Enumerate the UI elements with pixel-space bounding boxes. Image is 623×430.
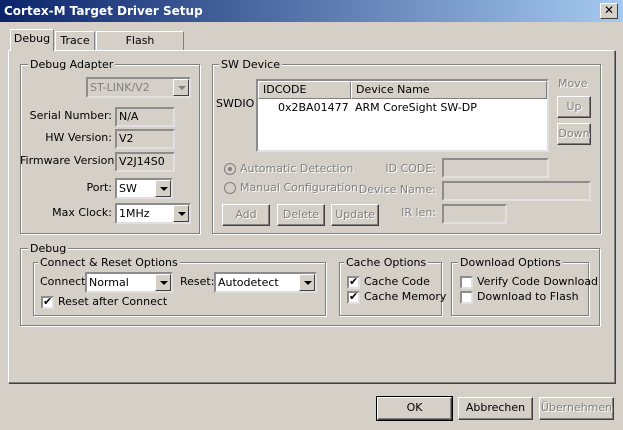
apply-button[interactable]: Übernehmen: [539, 397, 614, 420]
hw-version-field: V2: [115, 129, 175, 149]
chevron-down-icon: [155, 274, 171, 291]
swdio-label: SWDIO: [216, 97, 255, 110]
port-value: SW: [119, 182, 137, 195]
title-bar: Cortex-M Target Driver Setup: [0, 0, 623, 22]
chevron-down-icon: [173, 205, 189, 222]
firmware-version-label: Firmware Version:: [20, 154, 119, 167]
ir-len-label: IR len:: [401, 206, 436, 219]
add-button[interactable]: Add: [222, 204, 270, 226]
max-clock-value: 1MHz: [119, 207, 150, 220]
tab-flash-download[interactable]: Flash Download: [96, 31, 184, 65]
max-clock-label: Max Clock:: [52, 206, 112, 219]
chevron-down-icon: [155, 180, 171, 197]
cache-memory-checkbox[interactable]: [347, 290, 360, 304]
serial-number-label: Serial Number:: [29, 109, 112, 122]
move-up-button[interactable]: Up: [557, 96, 591, 118]
connect-select[interactable]: Normal: [85, 272, 173, 293]
download-to-flash-checkbox[interactable]: [460, 291, 473, 304]
connect-label: Connect:: [40, 275, 90, 288]
connect-value: Normal: [89, 276, 129, 289]
hw-version-label: HW Version:: [45, 131, 112, 144]
device-name-field[interactable]: [442, 181, 591, 201]
tab-debug[interactable]: Debug: [10, 29, 54, 51]
id-code-label: ID CODE:: [385, 162, 436, 175]
unit-select[interactable]: ST-LINK/V2: [86, 77, 191, 98]
ok-button[interactable]: OK: [376, 396, 453, 421]
port-label: Port:: [86, 181, 112, 194]
unit-value: ST-LINK/V2: [90, 81, 150, 94]
tab-debug-label: Debug: [13, 32, 51, 45]
debug-group-title: Debug: [28, 242, 69, 255]
chevron-down-icon: [173, 79, 189, 96]
device-name-label: Device Name:: [358, 183, 436, 196]
auto-detect-radio[interactable]: [224, 163, 236, 175]
reset-after-connect-label: Reset after Connect: [58, 295, 168, 308]
firmware-version-field: V2J14S0: [115, 152, 175, 172]
column-header-device-name[interactable]: Device Name: [351, 81, 547, 99]
manual-config-radio[interactable]: [224, 182, 236, 194]
cache-memory-label: Cache Memory: [364, 290, 447, 303]
cancel-button[interactable]: Abbrechen: [458, 397, 533, 420]
port-select[interactable]: SW: [115, 178, 173, 199]
device-list[interactable]: IDCODE Device Name 0x2BA01477 ARM CoreSi…: [256, 79, 549, 152]
debug-adapter-title: Debug Adapter: [28, 58, 116, 71]
reset-label: Reset:: [180, 275, 215, 288]
serial-number-field: N/A: [115, 107, 175, 127]
connect-reset-title: Connect & Reset Options: [38, 256, 180, 269]
reset-select[interactable]: Autodetect: [214, 272, 317, 293]
move-label: Move: [558, 77, 588, 90]
tab-trace-label: Trace: [60, 34, 90, 47]
close-icon: ✕: [603, 3, 615, 17]
sw-device-title: SW Device: [219, 58, 282, 71]
row-device-name[interactable]: ARM CoreSight SW-DP: [355, 100, 477, 116]
manual-config-label: Manual Configuration: [240, 181, 359, 194]
id-code-field[interactable]: [442, 158, 549, 178]
column-header-idcode[interactable]: IDCODE: [258, 81, 351, 99]
download-to-flash-label: Download to Flash: [477, 290, 579, 303]
max-clock-select[interactable]: 1MHz: [115, 203, 191, 224]
reset-after-connect-checkbox[interactable]: [41, 295, 54, 309]
auto-detect-label: Automatic Detection: [240, 162, 354, 175]
move-down-button[interactable]: Down: [557, 123, 591, 145]
download-options-title: Download Options: [458, 256, 563, 269]
close-window-button[interactable]: ✕: [600, 3, 618, 19]
cache-options-title: Cache Options: [344, 256, 429, 269]
tab-trace[interactable]: Trace: [55, 31, 95, 51]
verify-code-download-checkbox[interactable]: [460, 276, 473, 289]
ir-len-field[interactable]: [442, 204, 507, 224]
row-idcode[interactable]: 0x2BA01477: [278, 100, 349, 116]
cache-code-checkbox[interactable]: [347, 275, 360, 289]
reset-value: Autodetect: [218, 276, 279, 289]
chevron-down-icon: [299, 274, 315, 291]
update-button[interactable]: Update: [331, 204, 379, 226]
delete-button[interactable]: Delete: [277, 204, 325, 226]
window-title: Cortex-M Target Driver Setup: [4, 4, 203, 18]
